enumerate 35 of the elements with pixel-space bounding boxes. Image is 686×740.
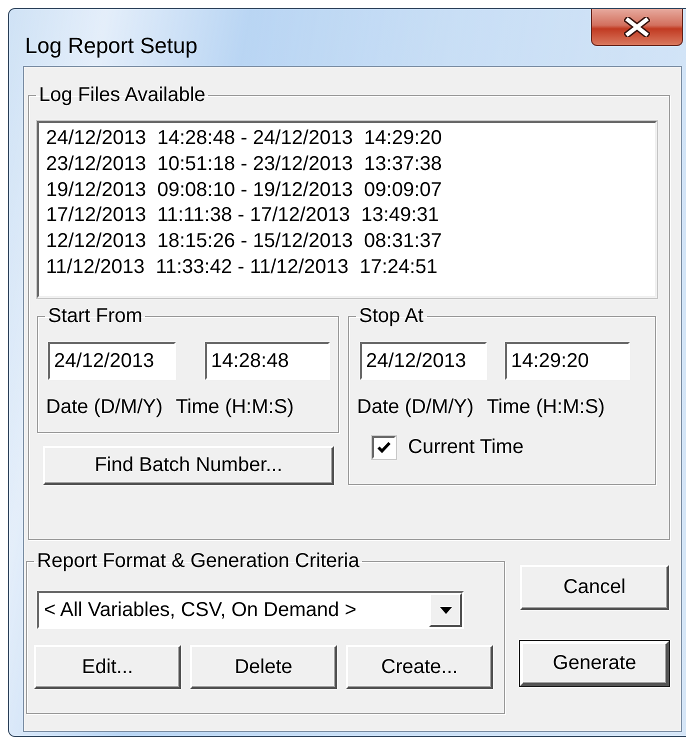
find-batch-number-button[interactable]: Find Batch Number... <box>43 446 334 485</box>
log-file-item[interactable]: 24/12/2013 14:28:48 - 24/12/2013 14:29:20 <box>46 126 655 152</box>
stop-date-field[interactable]: 24/12/2013 <box>360 342 487 380</box>
date-format-label: Date (D/M/Y) <box>357 395 474 419</box>
format-action-button[interactable]: Create... <box>346 645 493 689</box>
dropdown-button[interactable] <box>429 593 462 627</box>
log-file-list[interactable] <box>37 121 657 298</box>
log-file-item[interactable]: 19/12/2013 09:08:10 - 19/12/2013 09:09:07 <box>46 178 655 204</box>
close-button[interactable] <box>591 9 683 46</box>
time-format-label: Time (H:M:S) <box>176 395 294 419</box>
start-time-field[interactable]: 14:28:48 <box>205 342 330 380</box>
group-title: Log Files Available <box>38 83 206 107</box>
checkmark-icon <box>377 441 391 454</box>
dropdown-value: < All Variables, CSV, On Demand > <box>44 598 356 622</box>
caret-down-icon <box>440 606 452 614</box>
time-format-label: Time (H:M:S) <box>486 395 605 419</box>
current-time-label: Current Time <box>408 436 524 459</box>
date-format-label: Date (D/M/Y) <box>46 395 163 419</box>
group-title: Report Format & Generation Criteria <box>36 549 360 573</box>
window-title: Log Report Setup <box>25 33 198 59</box>
dialog-button[interactable]: Generate <box>520 641 669 686</box>
log-file-item[interactable]: 17/12/2013 11:11:38 - 17/12/2013 13:49:31 <box>46 203 655 230</box>
report-format-dropdown[interactable]: < All Variables, CSV, On Demand > <box>37 591 464 629</box>
dialog-button[interactable]: Cancel <box>520 565 669 610</box>
log-file-item[interactable]: 11/12/2013 11:33:42 - 11/12/2013 17:24:51 <box>46 254 655 281</box>
current-time-checkbox[interactable] <box>372 436 396 459</box>
format-action-button[interactable]: Delete <box>190 645 337 689</box>
group-title: Start From <box>47 304 144 328</box>
log-file-item[interactable]: 12/12/2013 18:15:26 - 15/12/2013 08:31:37 <box>46 229 655 255</box>
log-file-item[interactable]: 23/12/2013 10:51:18 - 23/12/2013 13:37:38 <box>46 152 655 178</box>
start-date-field[interactable]: 24/12/2013 <box>48 342 176 380</box>
stop-time-field[interactable]: 14:29:20 <box>505 342 630 380</box>
group-title: Stop At <box>358 304 424 328</box>
close-icon <box>624 17 650 37</box>
format-action-button[interactable]: Edit... <box>34 645 181 689</box>
